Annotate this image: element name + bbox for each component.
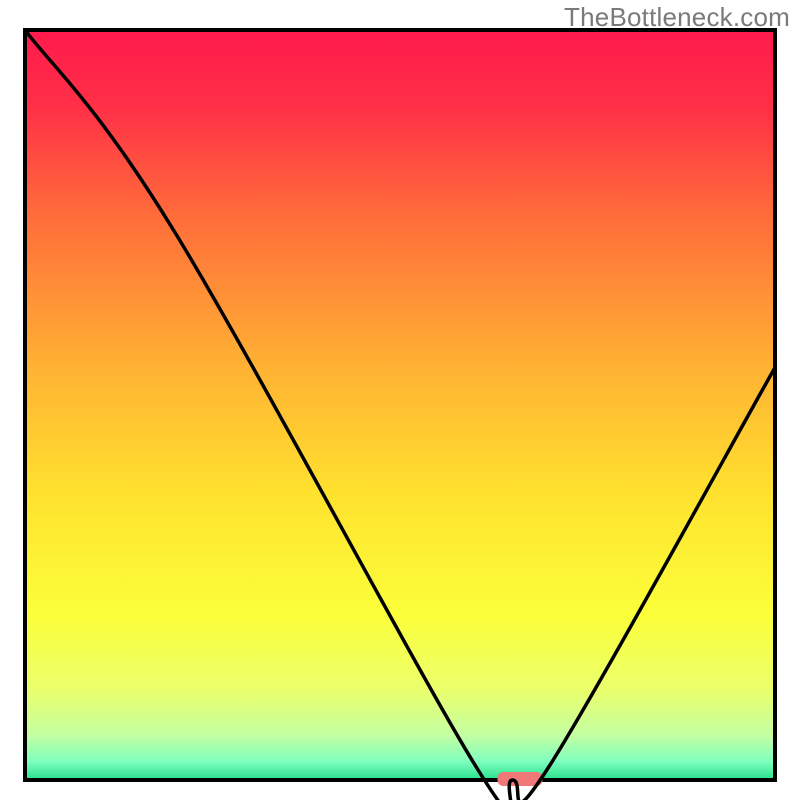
plot-background <box>25 30 775 780</box>
watermark-text: TheBottleneck.com <box>564 2 790 33</box>
bottleneck-chart <box>0 0 800 800</box>
chart-frame: TheBottleneck.com <box>0 0 800 800</box>
